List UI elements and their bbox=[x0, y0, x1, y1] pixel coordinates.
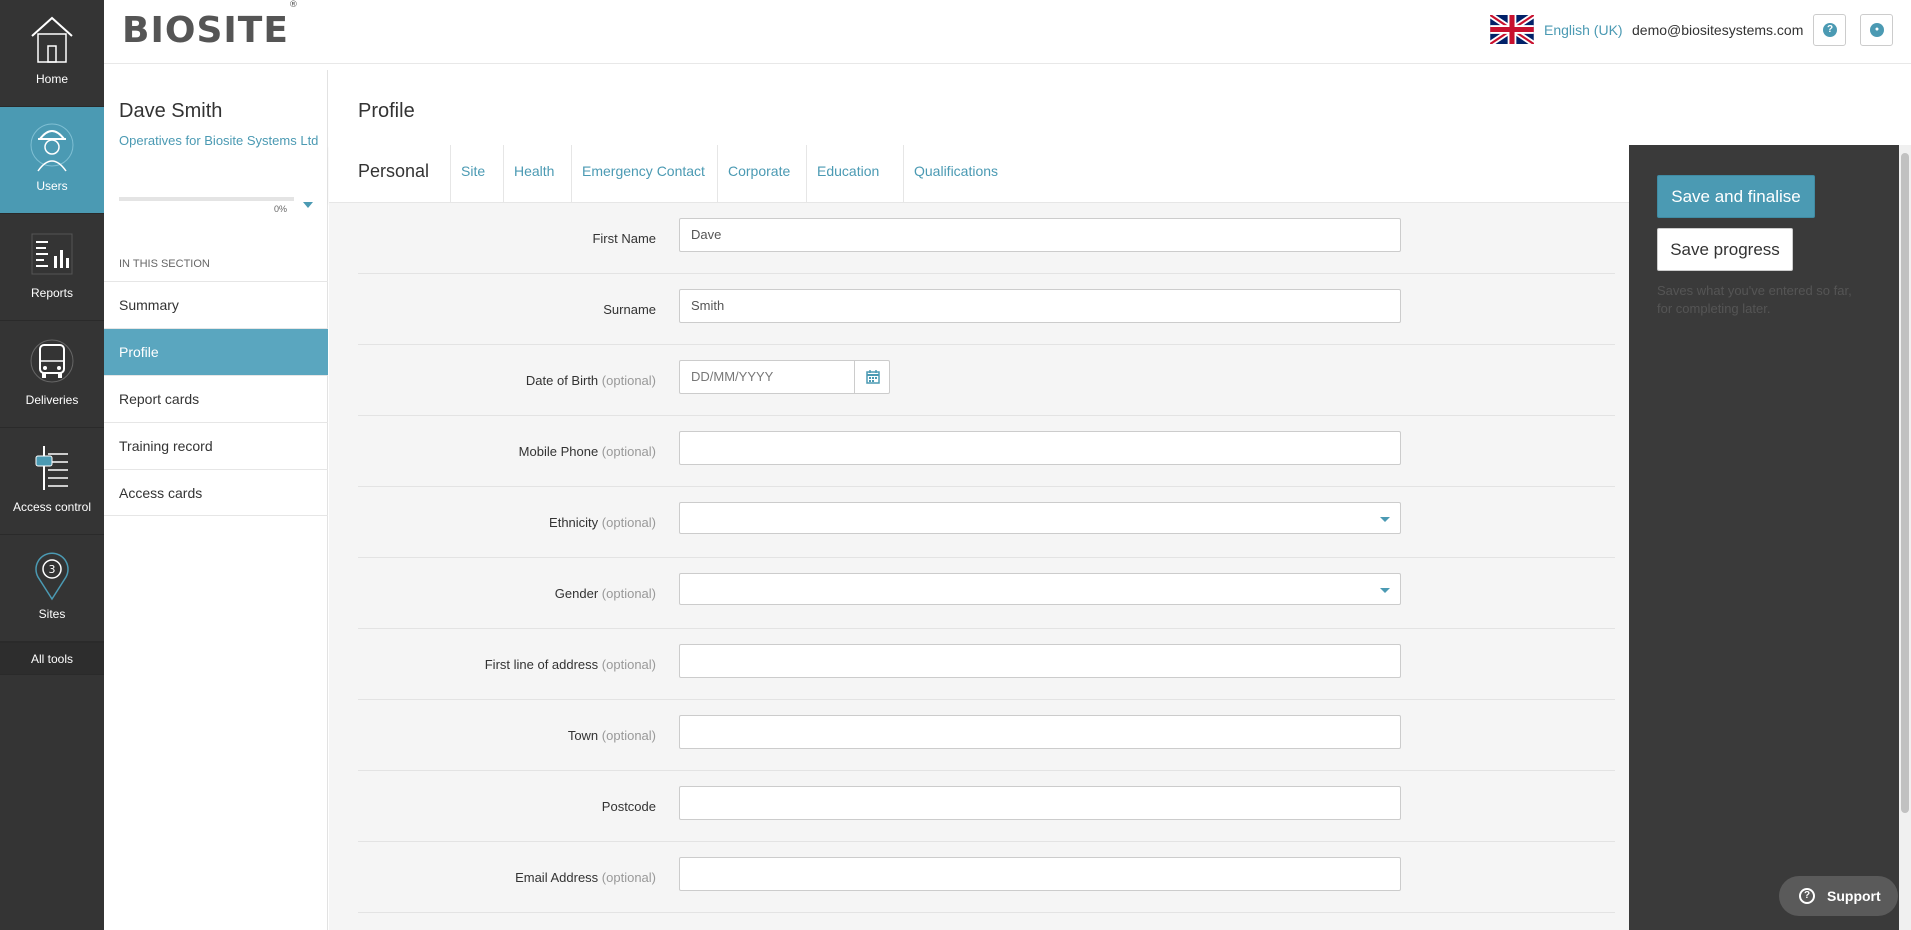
logo-text: BIOSITE bbox=[122, 10, 289, 51]
page-title: Profile bbox=[358, 100, 415, 122]
sites-count-badge: 3 bbox=[49, 563, 56, 576]
save-progress-hint: Saves what you've entered so far, for co… bbox=[1657, 283, 1852, 316]
profile-tabs: Personal Site Health Emergency Contact C… bbox=[329, 145, 1629, 203]
map-pin-icon: 3 bbox=[35, 552, 69, 601]
section-item-access-cards[interactable]: Access cards bbox=[104, 469, 328, 516]
nav-home-label: Home bbox=[35, 72, 68, 86]
bus-icon bbox=[30, 339, 74, 383]
worker-icon bbox=[30, 123, 74, 172]
email-label: Email Address (optional) bbox=[515, 870, 656, 885]
language-selector[interactable]: English (UK) bbox=[1544, 22, 1623, 38]
uk-flag-icon[interactable] bbox=[1490, 15, 1534, 44]
nav-access-control[interactable]: Access control bbox=[0, 428, 104, 535]
nav-home[interactable]: Home bbox=[0, 0, 104, 107]
tab-corporate[interactable]: Corporate bbox=[718, 145, 807, 203]
postcode-label: Postcode bbox=[601, 799, 656, 814]
nav-reports[interactable]: Reports bbox=[0, 214, 104, 321]
section-item-report-cards[interactable]: Report cards bbox=[104, 375, 328, 422]
form-row-postcode: Postcode bbox=[358, 771, 1615, 842]
mobile-input[interactable] bbox=[679, 431, 1401, 465]
section-item-summary[interactable]: Summary bbox=[104, 281, 328, 328]
section-item-profile[interactable]: Profile bbox=[104, 328, 328, 375]
personal-form: First Name Dave Surname Smith Date of Bi… bbox=[329, 203, 1629, 930]
tab-health[interactable]: Health bbox=[504, 145, 572, 203]
gender-select[interactable] bbox=[679, 573, 1401, 605]
tab-education[interactable]: Education bbox=[807, 145, 904, 203]
email-input[interactable] bbox=[679, 857, 1401, 891]
form-row-address1: First line of address (optional) bbox=[358, 629, 1615, 700]
tab-emergency-contact[interactable]: Emergency Contact bbox=[572, 145, 718, 203]
gender-label: Gender (optional) bbox=[554, 586, 656, 601]
account-button[interactable]: ● bbox=[1860, 14, 1893, 46]
form-row-ethnicity: Ethnicity (optional) bbox=[358, 487, 1615, 558]
user-organisation-link[interactable]: Operatives for Biosite Systems Ltd bbox=[119, 132, 319, 150]
ethnicity-select[interactable] bbox=[679, 502, 1401, 534]
section-heading: IN THIS SECTION bbox=[119, 258, 210, 270]
nav-sites[interactable]: 3 Sites bbox=[0, 535, 104, 642]
save-and-finalise-button[interactable]: Save and finalise bbox=[1657, 175, 1815, 218]
nav-users[interactable]: Users bbox=[0, 107, 104, 214]
profile-progress-label: 0% bbox=[274, 204, 288, 214]
reports-icon bbox=[31, 233, 73, 275]
help-button[interactable]: ? bbox=[1813, 14, 1846, 46]
nav-access-control-label: Access control bbox=[12, 500, 92, 514]
calendar-icon bbox=[866, 370, 880, 384]
form-row-gender: Gender (optional) bbox=[358, 558, 1615, 629]
tab-personal[interactable]: Personal bbox=[329, 145, 451, 203]
town-label: Town (optional) bbox=[567, 728, 656, 743]
page-scrollbar[interactable] bbox=[1899, 145, 1911, 930]
form-row-dob: Date of Birth (optional) DD/MM/YYYY bbox=[358, 345, 1615, 416]
chevron-down-icon bbox=[1380, 588, 1390, 593]
actions-panel: Save and finalise Save progress Saves wh… bbox=[1629, 145, 1899, 930]
tab-qualifications[interactable]: Qualifications bbox=[904, 145, 1014, 203]
user-name: Dave Smith bbox=[119, 100, 223, 122]
logo-registered-mark: ® bbox=[288, 0, 299, 10]
form-row-town: Town (optional) bbox=[358, 700, 1615, 771]
section-sidebar: Dave Smith Operatives for Biosite System… bbox=[104, 70, 328, 930]
profile-progress-bar bbox=[119, 197, 294, 201]
town-input[interactable] bbox=[679, 715, 1401, 749]
nav-all-tools[interactable]: All tools bbox=[0, 642, 104, 675]
dob-input[interactable]: DD/MM/YYYY bbox=[679, 360, 855, 394]
nav-sites-label: Sites bbox=[38, 607, 66, 621]
question-icon: ? bbox=[1799, 888, 1815, 904]
address1-input[interactable] bbox=[679, 644, 1401, 678]
access-control-icon bbox=[35, 446, 68, 490]
nav-deliveries-label: Deliveries bbox=[25, 393, 79, 407]
home-icon bbox=[31, 16, 73, 63]
user-email: demo@biositesystems.com bbox=[1632, 22, 1804, 38]
calendar-button[interactable] bbox=[854, 360, 890, 394]
mobile-label: Mobile Phone (optional) bbox=[518, 444, 656, 459]
nav-users-label: Users bbox=[36, 179, 68, 193]
surname-input[interactable]: Smith bbox=[679, 289, 1401, 323]
nav-reports-label: Reports bbox=[30, 286, 74, 300]
progress-expand-caret-icon[interactable] bbox=[303, 202, 313, 208]
form-row-surname: Surname Smith bbox=[358, 274, 1615, 345]
user-account-icon: ● bbox=[1870, 23, 1884, 37]
ethnicity-label: Ethnicity (optional) bbox=[549, 515, 656, 530]
help-icon: ? bbox=[1823, 23, 1837, 37]
support-button[interactable]: ? Support bbox=[1779, 876, 1898, 916]
biosite-logo[interactable]: BIOSITE® bbox=[122, 0, 299, 51]
form-row-first-name: First Name Dave bbox=[358, 203, 1615, 274]
save-progress-button[interactable]: Save progress bbox=[1657, 228, 1793, 271]
surname-label: Surname bbox=[603, 302, 656, 317]
tab-site[interactable]: Site bbox=[451, 145, 504, 203]
form-row-mobile: Mobile Phone (optional) bbox=[358, 416, 1615, 487]
chevron-down-icon bbox=[1380, 517, 1390, 522]
top-header: BIOSITE® English (UK) demo@biositesystem… bbox=[104, 0, 1911, 64]
nav-deliveries[interactable]: Deliveries bbox=[0, 321, 104, 428]
dob-label: Date of Birth (optional) bbox=[525, 373, 656, 388]
main-navigation: Home Users Reports Deliveries Access con… bbox=[0, 0, 104, 930]
support-label: Support bbox=[1827, 888, 1881, 904]
form-row-email: Email Address (optional) bbox=[358, 842, 1615, 913]
first-name-label: First Name bbox=[592, 231, 656, 246]
scrollbar-thumb[interactable] bbox=[1901, 153, 1909, 813]
section-item-training-record[interactable]: Training record bbox=[104, 422, 328, 469]
postcode-input[interactable] bbox=[679, 786, 1401, 820]
first-name-input[interactable]: Dave bbox=[679, 218, 1401, 252]
address1-label: First line of address (optional) bbox=[484, 657, 656, 672]
